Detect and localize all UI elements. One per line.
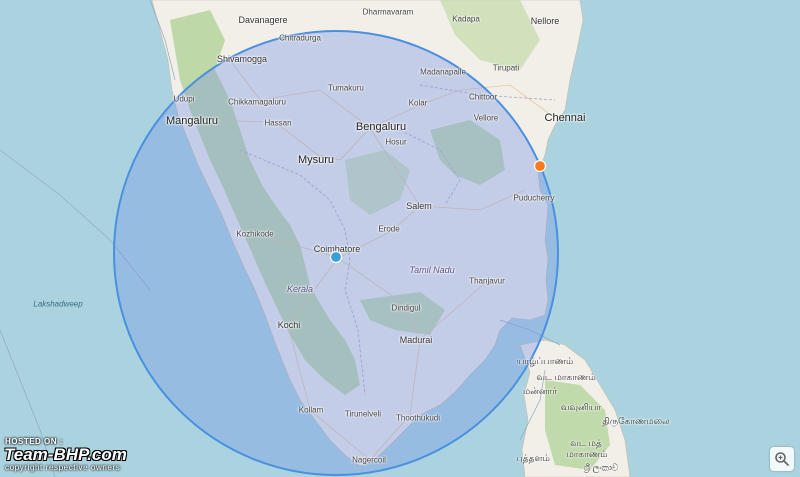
city-label-davanagere: Davanagere xyxy=(238,15,288,25)
city-label-vellore: Vellore xyxy=(473,113,499,123)
label-north-central-province: மாகாணம் xyxy=(566,449,608,459)
label-mannar: மன்னார் xyxy=(522,386,558,396)
chennai-marker[interactable] xyxy=(533,159,547,173)
coimbatore-marker[interactable] xyxy=(329,250,343,264)
city-label-nagercoil: Nagercoil xyxy=(352,455,386,465)
city-label-hassan: Hassan xyxy=(264,118,292,128)
city-label-puducherry: Puducherry xyxy=(513,193,555,203)
city-label-thoothukudi: Thoothukudi xyxy=(395,413,441,423)
zoom-button[interactable] xyxy=(770,447,794,471)
label-jaffna: யாழ்ப்பாணம் xyxy=(516,356,574,366)
city-label-tumakuru: Tumakuru xyxy=(328,83,364,93)
city-label-mysuru: Mysuru xyxy=(297,154,335,166)
city-label-udupi: Udupi xyxy=(173,94,195,104)
city-label-kochi: Kochi xyxy=(277,320,301,330)
city-label-madurai: Madurai xyxy=(399,335,433,345)
city-label-tirupati: Tirupati xyxy=(492,63,520,73)
city-label-shivamogga: Shivamogga xyxy=(216,54,268,64)
label-puttalam: புத்தளம் xyxy=(516,453,550,463)
city-label-kolar: Kolar xyxy=(408,98,428,108)
map-base xyxy=(0,0,800,477)
city-label-kadapa: Kadapa xyxy=(452,14,480,24)
label-vavuniya: வவுனியா xyxy=(560,402,602,412)
city-label-salem: Salem xyxy=(406,201,432,211)
city-label-madanapalle: Madanapalle xyxy=(420,67,466,77)
city-label-dindigul: Dindigul xyxy=(391,303,421,313)
city-label-nellore: Nellore xyxy=(530,16,560,26)
label-trincomalee: திருகோணமலை xyxy=(602,416,670,426)
team-bhp-watermark: HOSTED ON : Team-BHP.com copyright respe… xyxy=(4,437,204,473)
zoom-in-icon xyxy=(775,452,789,466)
city-label-dharmavaram: Dharmavaram xyxy=(362,7,414,17)
city-label-erode: Erode xyxy=(378,224,400,234)
map-view[interactable]: Davanagere Dharmavaram Kadapa Nellore Ch… xyxy=(0,0,800,477)
city-label-chikkamagaluru: Chikkamagaluru xyxy=(228,97,286,107)
city-label-thanjavur: Thanjavur xyxy=(469,276,505,286)
city-label-kollam: Kollam xyxy=(298,405,324,415)
city-label-chittoor: Chittoor xyxy=(468,92,498,102)
label-northern-province: வட மாகாணம் xyxy=(536,372,596,382)
watermark-copyright: copyright respective owners xyxy=(5,463,121,472)
city-label-hosur: Hosur xyxy=(385,137,407,147)
state-label-kerala: Kerala xyxy=(286,284,314,294)
sea-label-lakshadweep: Lakshadweep xyxy=(33,299,83,309)
city-label-mangaluru: Mangaluru xyxy=(166,115,218,127)
city-label-bengaluru: Bengaluru xyxy=(355,121,407,133)
state-label-tamil-nadu: Tamil Nadu xyxy=(409,265,455,275)
city-label-kozhikode: Kozhikode xyxy=(236,229,274,239)
label-sri-lanka: ශ්‍රී ලංකාව xyxy=(583,462,619,473)
city-label-tirunelveli: Tirunelveli xyxy=(344,409,382,419)
city-label-chennai: Chennai xyxy=(544,112,586,124)
city-label-chitradurga: Chitradurga xyxy=(279,33,321,43)
watermark-logo: Team-BHP.com xyxy=(4,445,127,464)
